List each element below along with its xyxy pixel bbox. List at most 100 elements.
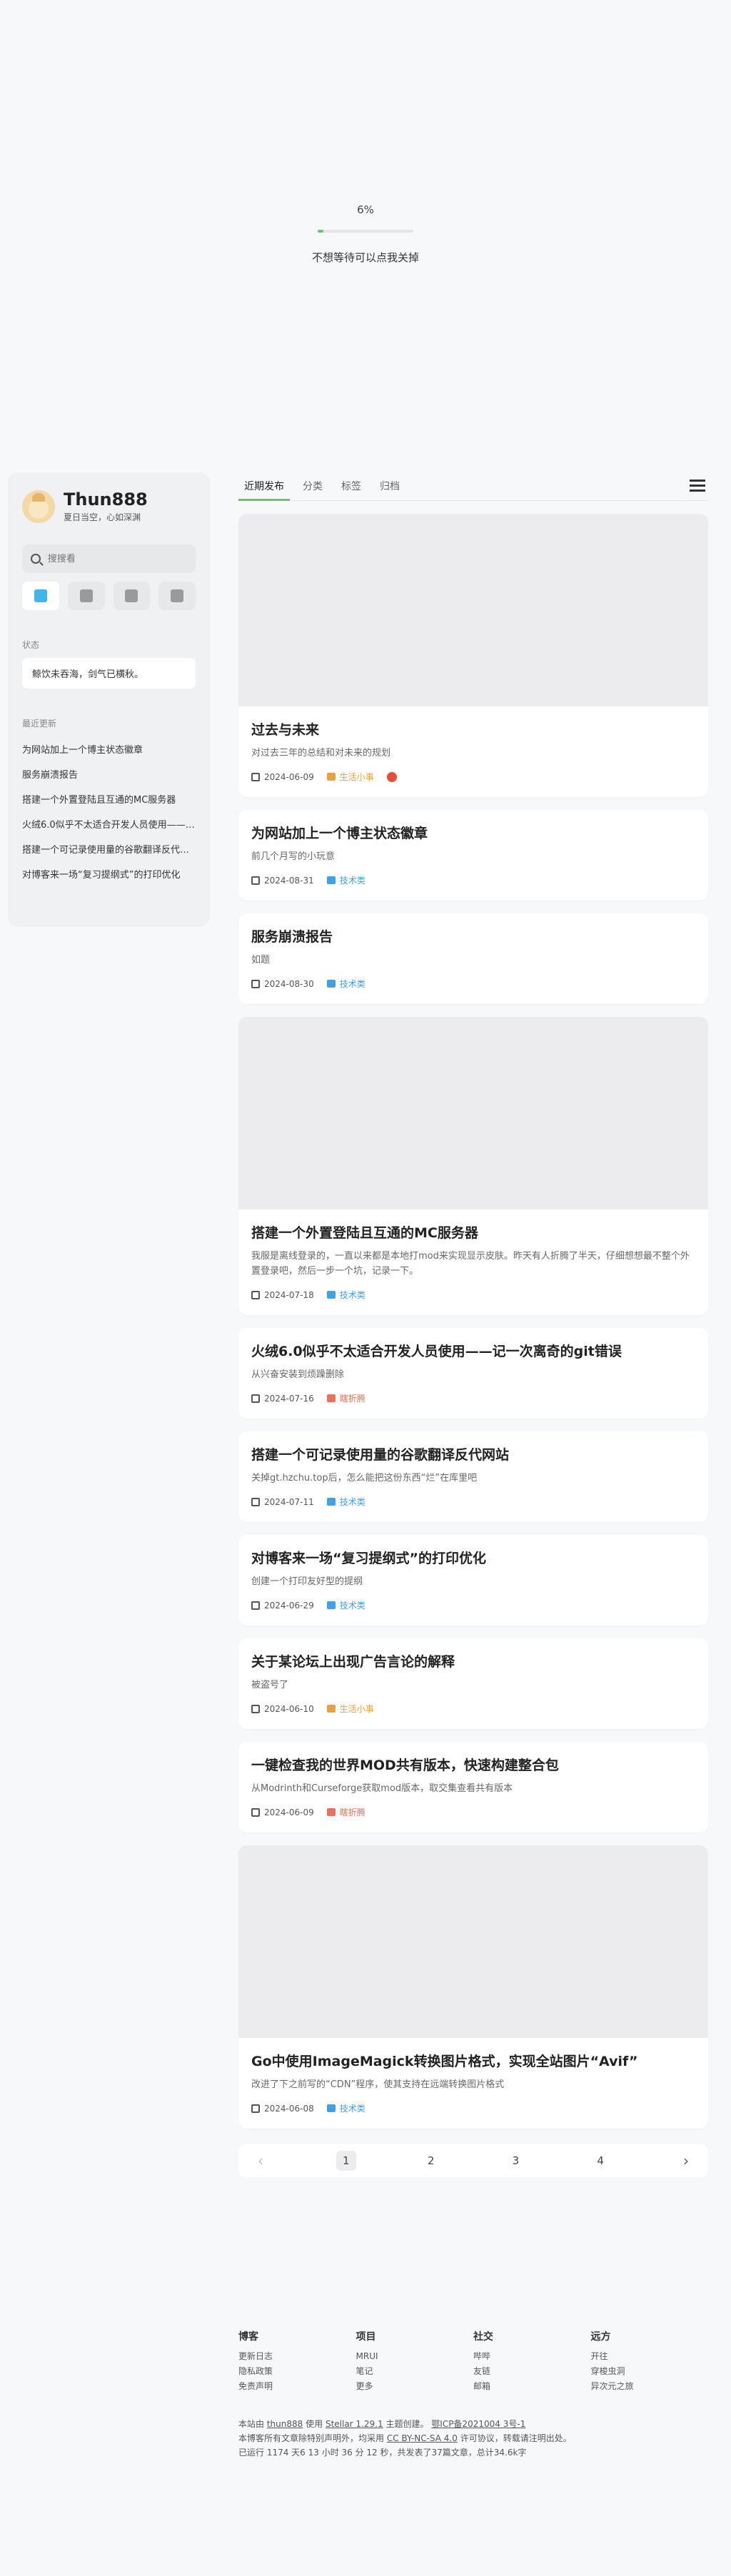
icp-link[interactable]: 鄂ICP备2021004 3号-1 [431, 2419, 525, 2429]
footer-link[interactable]: 免责声明 [238, 2379, 356, 2394]
license-link[interactable]: CC BY-NC-SA 4.0 [387, 2433, 458, 2443]
post-card[interactable]: 对博客来一场“复习提纲式”的打印优化 创建一个打印友好型的提纲 2024-06-29… [238, 1535, 708, 1626]
post-category[interactable]: 技术类 [326, 978, 366, 990]
nav-blog-button[interactable] [22, 582, 59, 610]
status-label: 状态 [22, 640, 40, 650]
post-card[interactable]: 搭建一个外置登陆且互通的MC服务器我服是离线登录的，一直以来都是本地打mod来实… [238, 1017, 708, 1315]
recent-item[interactable]: 搭建一个外置登陆且互通的MC服务器 [22, 788, 196, 813]
post-meta: 2024-06-09 生活小事 [251, 771, 695, 783]
page-4-button[interactable]: 4 [590, 2151, 610, 2171]
post-card[interactable]: 关于某论坛上出现广告言论的解释 被盗号了 2024-06-10 生活小事 [238, 1638, 708, 1729]
page-3-button[interactable]: 3 [505, 2151, 525, 2171]
post-card[interactable]: 为网站加上一个博主状态徽章 前几个月写的小玩意 2024-08-31 技术类 [238, 810, 708, 901]
recent-item[interactable]: 搭建一个可记录使用量的谷歌翻译反代网站 [22, 838, 196, 863]
post-category[interactable]: 技术类 [326, 1599, 366, 1611]
site-logo-row[interactable]: Thun888 夏日当空，心如深渊 [22, 490, 196, 523]
footer-link[interactable]: 友链 [473, 2364, 591, 2379]
recent-item[interactable]: 为网站加上一个博主状态徽章 [22, 738, 196, 763]
footer-text: 使用 [306, 2419, 323, 2429]
post-title[interactable]: 过去与未来 [251, 719, 695, 739]
post-category[interactable]: 技术类 [326, 1289, 366, 1301]
page-1-button[interactable]: 1 [336, 2151, 356, 2171]
post-category[interactable]: 技术类 [326, 874, 366, 886]
post-card[interactable]: 过去与未来 对过去三年的总结和对未来的规划 2024-06-09 生活小事 [238, 514, 708, 797]
tab-recent[interactable]: 近期发布 [238, 472, 290, 501]
post-card[interactable]: 搭建一个可记录使用量的谷歌翻译反代网站 关掉gt.hzchu.top后，怎么能把这… [238, 1431, 708, 1522]
post-category[interactable]: 技术类 [326, 2102, 366, 2114]
post-date: 2024-06-29 [251, 1601, 314, 1611]
post-title[interactable]: 对博客来一场“复习提纲式”的打印优化 [251, 1548, 695, 1567]
recent-item[interactable]: 对博客来一场“复习提纲式”的打印优化 [22, 863, 196, 888]
folder-icon [326, 2104, 336, 2112]
folder-icon [326, 876, 336, 884]
footer-link[interactable]: 邮箱 [473, 2379, 591, 2394]
post-card[interactable]: 火绒6.0似乎不太适合开发人员使用——记一次离奇的git错误从兴奋安装到烦躁删除… [238, 1328, 708, 1419]
post-cover-image[interactable] [238, 1845, 708, 2038]
footer-link[interactable]: 哔哔 [473, 2349, 591, 2364]
nav-notes-button[interactable] [113, 582, 151, 610]
footer-columns: 博客 更新日志 隐私政策 免责声明 项目 MRUI 笔记 更多 社交 哔哔 友链 邮箱 远方 开往 穿梭虫洞… [238, 2329, 708, 2394]
post-card[interactable]: 服务崩溃报告 如题 2024-08-30 技术类 [238, 913, 708, 1004]
calendar-icon [251, 2104, 260, 2113]
tab-categories[interactable]: 分类 [297, 472, 328, 501]
post-title[interactable]: 搭建一个外置登陆且互通的MC服务器 [251, 1222, 695, 1242]
post-category[interactable]: 瞎折腾 [326, 1392, 366, 1404]
footer-column: 社交 哔哔 友链 邮箱 [473, 2329, 591, 2394]
calendar-icon [251, 1807, 260, 1817]
post-excerpt: 从兴奋安装到烦躁删除 [251, 1369, 345, 1380]
author-link[interactable]: thun888 [267, 2419, 303, 2429]
nav-explore-button[interactable] [158, 582, 196, 610]
footer-link[interactable]: 笔记 [356, 2364, 474, 2379]
footer-column: 远方 开往 穿梭虫洞 异次元之旅 [591, 2329, 709, 2394]
post-date: 2024-06-09 [251, 772, 314, 782]
page-2-button[interactable]: 2 [421, 2151, 441, 2171]
post-category[interactable]: 生活小事 [326, 771, 374, 783]
post-title[interactable]: Go中使用ImageMagick转换图片格式，实现全站图片“Avif” [251, 2051, 695, 2070]
search-input[interactable] [47, 553, 187, 564]
nav-wiki-button[interactable] [67, 582, 105, 610]
post-title[interactable]: 为网站加上一个博主状态徽章 [251, 823, 695, 842]
recent-item[interactable]: 火绒6.0似乎不太适合开发人员使用——一... [22, 813, 196, 838]
footer-link[interactable]: 开往 [591, 2349, 709, 2364]
post-title[interactable]: 服务崩溃报告 [251, 926, 695, 945]
post-category[interactable]: 生活小事 [326, 1703, 374, 1715]
footer-link[interactable]: 隐私政策 [238, 2364, 356, 2379]
post-excerpt: 我服是离线登录的，一直以来都是本地打mod来实现显示皮肤。昨天有人折腾了半天，仔… [251, 1251, 690, 1277]
footer-link[interactable]: 更多 [356, 2379, 474, 2394]
post-cover-image[interactable] [238, 514, 708, 706]
footer-link[interactable]: 异次元之旅 [591, 2379, 709, 2394]
post-date-text: 2024-06-10 [264, 1703, 314, 1714]
skip-loading-button[interactable]: 不想等待可以点我关掉 [0, 250, 731, 265]
list-view-icon[interactable] [690, 480, 705, 492]
post-date-text: 2024-07-18 [264, 1289, 314, 1300]
recent-item[interactable]: 服务崩溃报告 [22, 763, 196, 788]
footer-info: 本站由 thun888 使用 Stellar 1.29.1 主题创建。 鄂ICP… [238, 2417, 708, 2460]
calendar-icon [251, 1497, 260, 1506]
explore-icon [171, 589, 184, 602]
calendar-icon [251, 979, 260, 988]
main-content: 近期发布 分类 标签 归档 过去与未来 对过去三年的总结和对未来的规划 2024-0… [238, 472, 708, 2177]
post-date-text: 2024-06-08 [264, 2103, 314, 2114]
post-card[interactable]: Go中使用ImageMagick转换图片格式，实现全站图片“Avif” 改进了下之… [238, 1845, 708, 2129]
post-category-text: 技术类 [339, 1601, 366, 1611]
post-title[interactable]: 一键检查我的世界MOD共有版本，快速构建整合包 [251, 1755, 695, 1774]
footer-link[interactable]: 更新日志 [238, 2349, 356, 2364]
post-category[interactable]: 瞎折腾 [326, 1806, 366, 1818]
prev-page-button[interactable]: ‹ [250, 2152, 271, 2169]
footer-link[interactable]: MRUI [356, 2349, 474, 2364]
post-date: 2024-07-18 [251, 1290, 314, 1300]
next-page-button[interactable]: › [675, 2152, 697, 2169]
post-category[interactable]: 技术类 [326, 1496, 366, 1508]
post-card[interactable]: 一键检查我的世界MOD共有版本，快速构建整合包 从Modrinth和Cursefo… [238, 1742, 708, 1832]
avatar[interactable] [22, 490, 55, 523]
tab-archive[interactable]: 归档 [374, 472, 405, 501]
theme-link[interactable]: Stellar 1.29.1 [326, 2419, 383, 2429]
post-cover-image[interactable] [238, 1017, 708, 1210]
post-title[interactable]: 搭建一个可记录使用量的谷歌翻译反代网站 [251, 1444, 695, 1464]
post-title[interactable]: 火绒6.0似乎不太适合开发人员使用——记一次离奇的git错误 [251, 1341, 695, 1360]
tab-tags[interactable]: 标签 [336, 472, 367, 501]
post-title[interactable]: 关于某论坛上出现广告言论的解释 [251, 1651, 695, 1670]
search-box[interactable] [22, 544, 196, 573]
site-title[interactable]: Thun888 [64, 490, 148, 509]
footer-link[interactable]: 穿梭虫洞 [591, 2364, 709, 2379]
